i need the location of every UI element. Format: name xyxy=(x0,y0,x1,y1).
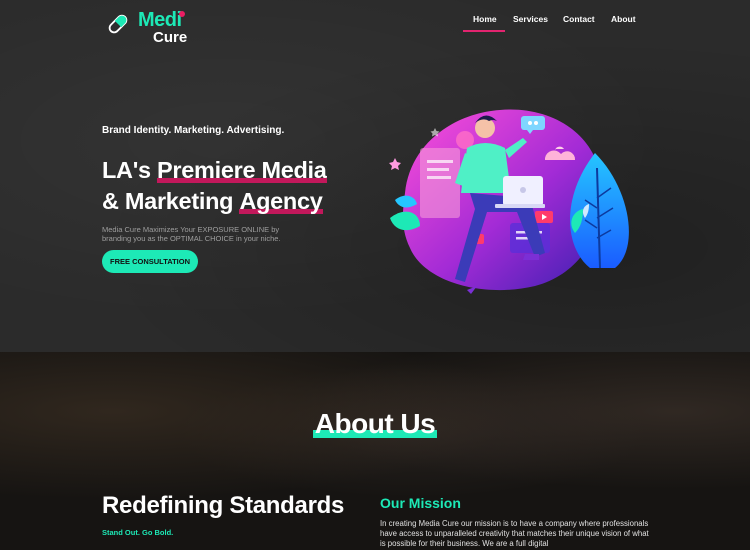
nav-services[interactable]: Services xyxy=(513,14,548,24)
headline-line2-highlight: Agency xyxy=(239,186,323,217)
headline-line1-plain: LA's xyxy=(102,157,158,183)
logo[interactable]: Medi Cure xyxy=(106,8,196,46)
nav-about[interactable]: About xyxy=(611,14,636,24)
nav-active-indicator xyxy=(463,30,505,32)
hero-description: Media Cure Maximizes Your EXPOSURE ONLIN… xyxy=(102,225,281,243)
mission-heading: Our Mission xyxy=(380,495,461,511)
about-section: About Us Redefining Standards Stand Out.… xyxy=(0,352,750,550)
free-consultation-button[interactable]: FREE CONSULTATION xyxy=(102,250,198,273)
headline-line1-highlight: Premiere Media xyxy=(157,155,327,186)
nav-contact[interactable]: Contact xyxy=(563,14,595,24)
mission-text: In creating Media Cure our mission is to… xyxy=(380,519,649,548)
pill-icon xyxy=(108,14,128,34)
headline-line2-plain: & Marketing xyxy=(102,188,240,214)
redefining-standards-subtitle: Stand Out. Go Bold. xyxy=(102,528,174,537)
nav-home[interactable]: Home xyxy=(473,14,497,24)
logo-dot xyxy=(179,11,185,17)
hero-section: Medi Cure Home Services Contact About Br… xyxy=(0,0,750,352)
hero-tagline: Brand Identity. Marketing. Advertising. xyxy=(102,125,285,136)
hero-illustration xyxy=(389,109,629,294)
about-title-text: About Us xyxy=(312,408,438,439)
navbar: Medi Cure Home Services Contact About xyxy=(0,0,750,48)
redefining-standards-heading: Redefining Standards xyxy=(102,492,345,519)
about-title: About Us xyxy=(0,408,750,440)
hero-headline: LA's Premiere Media & Marketing Agency xyxy=(102,155,327,217)
logo-text-bottom: Cure xyxy=(153,29,188,46)
